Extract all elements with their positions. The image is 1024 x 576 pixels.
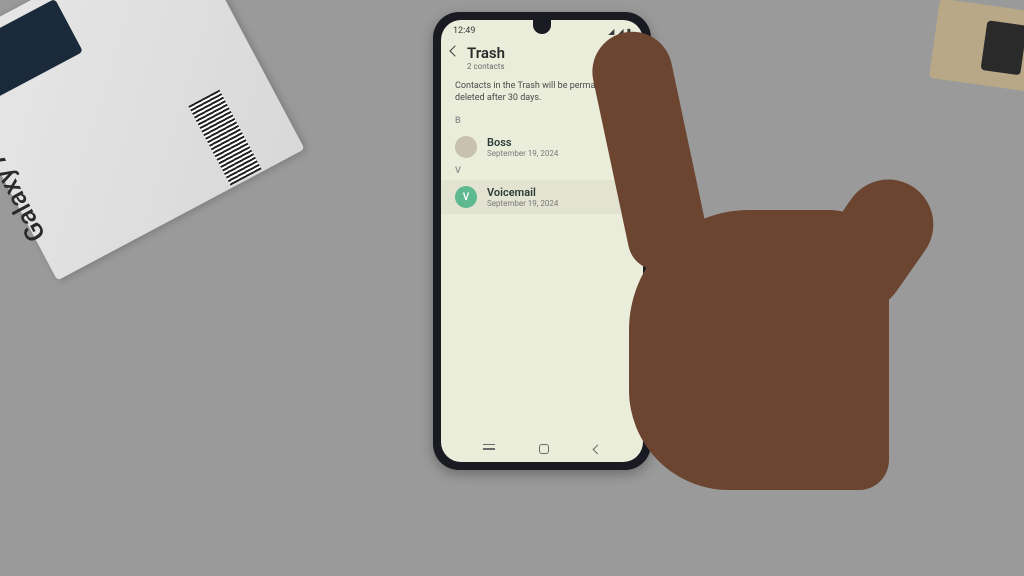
barcode-icon xyxy=(188,90,261,186)
phone-screen: 12:49 ◢ ◢ ▮ Trash 2 contacts Contacts in… xyxy=(441,20,643,462)
home-icon[interactable] xyxy=(539,444,549,454)
contact-date: September 19, 2024 xyxy=(487,199,558,208)
background-object-part xyxy=(981,20,1024,75)
background-object xyxy=(929,0,1024,92)
contact-name: Boss xyxy=(487,136,558,149)
back-icon[interactable] xyxy=(449,45,460,56)
avatar xyxy=(455,136,477,158)
contact-row-voicemail[interactable]: V Voicemail September 19, 2024 xyxy=(441,180,643,214)
back-nav-icon[interactable] xyxy=(592,444,602,454)
contact-row-boss[interactable]: Boss September 19, 2024 xyxy=(441,130,643,164)
page-title: Trash xyxy=(467,44,505,62)
recents-icon[interactable] xyxy=(483,448,495,450)
box-device-image xyxy=(0,0,83,103)
page-header: Trash 2 contacts xyxy=(441,38,643,79)
status-icons: ◢ ◢ ▮ xyxy=(608,27,631,36)
hand xyxy=(599,30,959,570)
contact-info: Boss September 19, 2024 xyxy=(487,136,558,158)
navigation-bar xyxy=(441,436,643,462)
info-text: Contacts in the Trash will be permanentl… xyxy=(441,79,643,114)
battery-icon: ▮ xyxy=(627,27,631,36)
signal-icon: ◢ xyxy=(608,27,614,36)
section-letter-v: V xyxy=(441,164,643,180)
thumb xyxy=(797,162,951,328)
phone-device: 12:49 ◢ ◢ ▮ Trash 2 contacts Contacts in… xyxy=(433,12,651,470)
product-brand-text: Galaxy A06 xyxy=(0,116,52,246)
avatar: V xyxy=(455,186,477,208)
contact-info: Voicemail September 19, 2024 xyxy=(487,186,558,208)
wifi-icon: ◢ xyxy=(617,27,623,36)
contact-name: Voicemail xyxy=(487,186,558,199)
page-subtitle: 2 contacts xyxy=(467,62,505,71)
palm xyxy=(629,210,889,490)
contact-date: September 19, 2024 xyxy=(487,149,558,158)
product-box: Galaxy A06 xyxy=(0,0,305,281)
status-time: 12:49 xyxy=(453,26,475,36)
section-letter-b: B xyxy=(441,114,643,130)
header-text: Trash 2 contacts xyxy=(467,44,505,71)
